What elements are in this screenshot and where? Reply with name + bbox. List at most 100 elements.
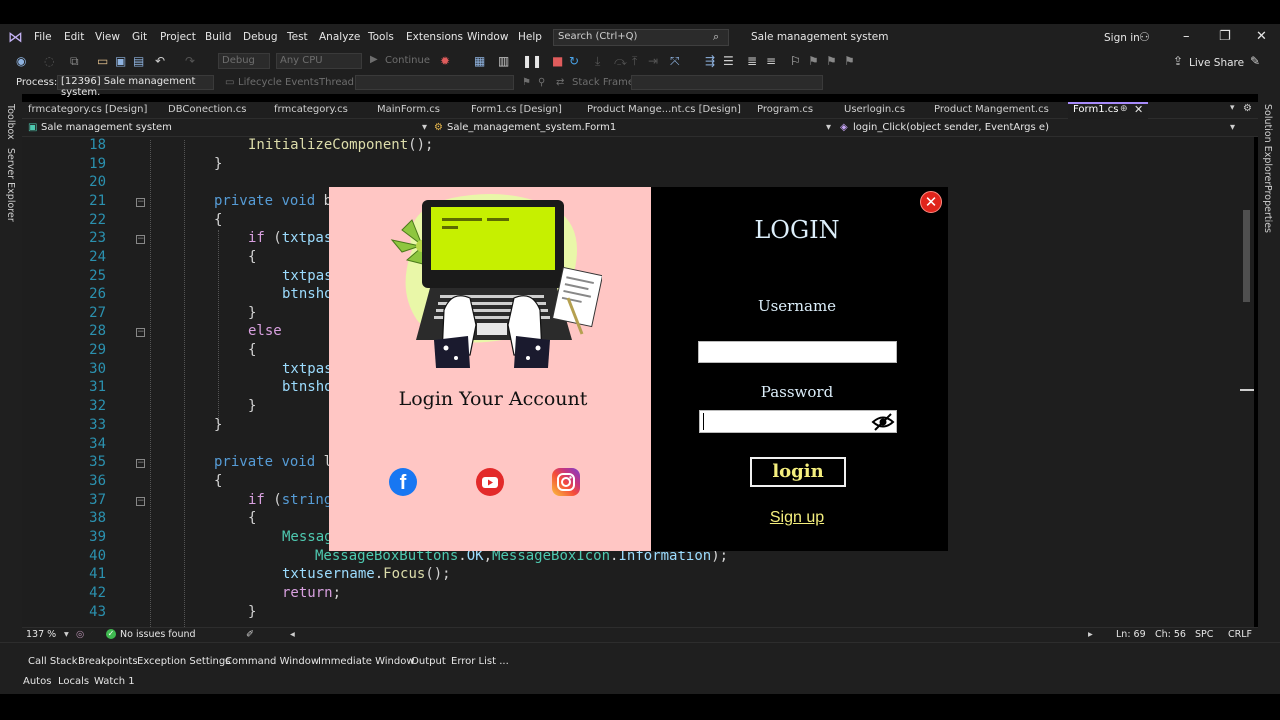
restart-icon[interactable]: ↻	[569, 54, 579, 68]
copilot-icon[interactable]: ◎	[76, 629, 84, 640]
menu-file[interactable]: File	[34, 31, 52, 43]
sign-up-link[interactable]: Sign up	[651, 509, 943, 527]
project-dropdown[interactable]: Sale management system	[41, 122, 172, 133]
new-project-icon[interactable]: ⧉	[70, 54, 79, 69]
threads-icon[interactable]: ⇶	[705, 54, 715, 68]
close-icon[interactable]: ✕	[920, 191, 942, 213]
menu-edit[interactable]: Edit	[64, 31, 84, 43]
back-icon[interactable]: ◉	[16, 54, 26, 68]
class-dropdown[interactable]: Sale_management_system.Form1	[447, 122, 616, 133]
clear-bookmark-icon[interactable]: ⚑	[844, 54, 855, 68]
redo-icon[interactable]: ↷	[185, 54, 195, 68]
username-field[interactable]	[698, 341, 897, 363]
login-button[interactable]: login	[750, 457, 846, 487]
line-ending-indicator[interactable]: CRLF	[1228, 629, 1252, 640]
tab-watch-1[interactable]: Watch 1	[94, 676, 135, 687]
chevron-down-icon[interactable]: ▾	[64, 629, 69, 640]
sign-in-link[interactable]: Sign in	[1104, 32, 1140, 44]
tab-frmcategory[interactable]: frmcategory.cs	[274, 104, 348, 115]
thread-dropdown[interactable]	[355, 75, 514, 90]
collapse-icon[interactable]: −	[136, 198, 145, 207]
bookmark-icon[interactable]: ⚐	[790, 54, 801, 68]
configuration-dropdown[interactable]: Debug	[218, 53, 270, 69]
tab-userlogin[interactable]: Userlogin.cs	[844, 104, 905, 115]
solution-explorer-tab[interactable]: Solution Explorer	[1262, 104, 1273, 185]
continue-play-icon[interactable]: ▶	[370, 54, 378, 65]
step-out-icon[interactable]: ⤒	[632, 54, 637, 69]
align-icon[interactable]: ☰	[723, 54, 734, 68]
menu-analyze[interactable]: Analyze	[319, 31, 360, 43]
scroll-right-icon[interactable]: ▸	[1088, 629, 1093, 640]
properties-tab[interactable]: Properties	[1262, 185, 1273, 233]
minimize-icon[interactable]: –	[1183, 29, 1190, 44]
filter-icon[interactable]: ⚲	[538, 77, 545, 88]
instagram-icon[interactable]	[552, 468, 580, 496]
stack-frame-dropdown[interactable]	[631, 75, 823, 90]
restore-icon[interactable]: ❐	[1219, 29, 1231, 44]
tab-error-list[interactable]: Error List ...	[451, 656, 509, 667]
prev-bookmark-icon[interactable]: ⚑	[808, 54, 819, 68]
password-field[interactable]	[699, 410, 897, 433]
tab-autos[interactable]: Autos	[23, 676, 51, 687]
tab-frmcategory-design[interactable]: frmcategory.cs [Design]	[28, 104, 147, 115]
tab-product-mangement[interactable]: Product Mangement.cs	[934, 104, 1049, 115]
issues-status[interactable]: No issues found	[120, 629, 196, 640]
tab-form1-active[interactable]: Form1.cs	[1073, 104, 1118, 115]
menu-tools[interactable]: Tools	[368, 31, 394, 43]
menu-extensions[interactable]: Extensions	[406, 31, 463, 43]
scrollbar-thumb[interactable]	[1243, 210, 1250, 302]
line-indicator[interactable]: Ln: 69	[1116, 629, 1146, 640]
next-bookmark-icon[interactable]: ⚑	[826, 54, 837, 68]
eye-slash-icon[interactable]	[871, 412, 895, 432]
feedback-icon[interactable]: ✎	[1250, 54, 1260, 68]
search-input[interactable]: Search (Ctrl+Q)	[553, 29, 729, 46]
menu-project[interactable]: Project	[160, 31, 196, 43]
member-dropdown[interactable]: login_Click(object sender, EventArgs e)	[853, 122, 1049, 133]
lifecycle-icon[interactable]: ▭	[225, 77, 234, 88]
tab-form1-design[interactable]: Form1.cs [Design]	[471, 104, 562, 115]
menu-build[interactable]: Build	[205, 31, 231, 43]
uncomment-icon[interactable]: ≡	[766, 54, 776, 68]
close-window-icon[interactable]: ✕	[1256, 29, 1267, 44]
step-into-icon[interactable]: ⤓	[595, 54, 600, 69]
flag-thread-icon[interactable]: ⚑	[522, 77, 531, 88]
tab-program[interactable]: Program.cs	[757, 104, 813, 115]
tab-product-mangement-design[interactable]: Product Mange...nt.cs [Design]	[587, 104, 741, 115]
collapse-icon[interactable]: −	[136, 497, 145, 506]
menu-help[interactable]: Help	[518, 31, 542, 43]
tab-immediate-window[interactable]: Immediate Window	[318, 656, 415, 667]
hex-icon[interactable]: ⤧	[670, 54, 680, 69]
menu-window[interactable]: Window	[467, 31, 508, 43]
tab-mainform[interactable]: MainForm.cs	[377, 104, 440, 115]
scroll-left-icon[interactable]: ◂	[290, 629, 295, 640]
continue-button[interactable]: Continue	[385, 55, 430, 66]
tab-overflow-icon[interactable]: ▾	[1230, 103, 1235, 113]
show-next-icon[interactable]: ⇥	[648, 54, 658, 68]
tab-dbconection[interactable]: DBConection.cs	[168, 104, 247, 115]
platform-dropdown[interactable]: Any CPU	[276, 53, 362, 69]
tab-command-window[interactable]: Command Window	[225, 656, 319, 667]
tab-exception-settings[interactable]: Exception Settings	[137, 656, 230, 667]
zoom-dropdown[interactable]: 137 %	[26, 629, 56, 640]
account-icon[interactable]: ⚇	[1139, 30, 1150, 44]
undo-icon[interactable]: ↶	[155, 54, 165, 68]
menu-view[interactable]: View	[95, 31, 120, 43]
tab-breakpoints[interactable]: Breakpoints	[78, 656, 138, 667]
collapse-icon[interactable]: −	[136, 459, 145, 468]
toggle-icon[interactable]: ⇄	[556, 77, 564, 88]
facebook-icon[interactable]: f	[389, 468, 417, 496]
comment-icon[interactable]: ≣	[747, 54, 757, 68]
menu-git[interactable]: Git	[132, 31, 147, 43]
menu-debug[interactable]: Debug	[243, 31, 278, 43]
open-folder-icon[interactable]: ▭	[97, 54, 108, 68]
chevron-down-icon[interactable]: ▾	[422, 122, 427, 133]
spacing-indicator[interactable]: SPC	[1195, 629, 1213, 640]
column-indicator[interactable]: Ch: 56	[1155, 629, 1186, 640]
lifecycle-events-dropdown[interactable]: Lifecycle Events	[238, 77, 319, 88]
stop-icon[interactable]: ■	[552, 54, 563, 68]
chevron-down-icon[interactable]: ▾	[826, 122, 831, 133]
tab-call-stack[interactable]: Call Stack	[28, 656, 78, 667]
collapse-icon[interactable]: −	[136, 328, 145, 337]
save-all-icon[interactable]: ▤	[133, 54, 144, 68]
browser-icon[interactable]: ▦	[474, 54, 485, 68]
